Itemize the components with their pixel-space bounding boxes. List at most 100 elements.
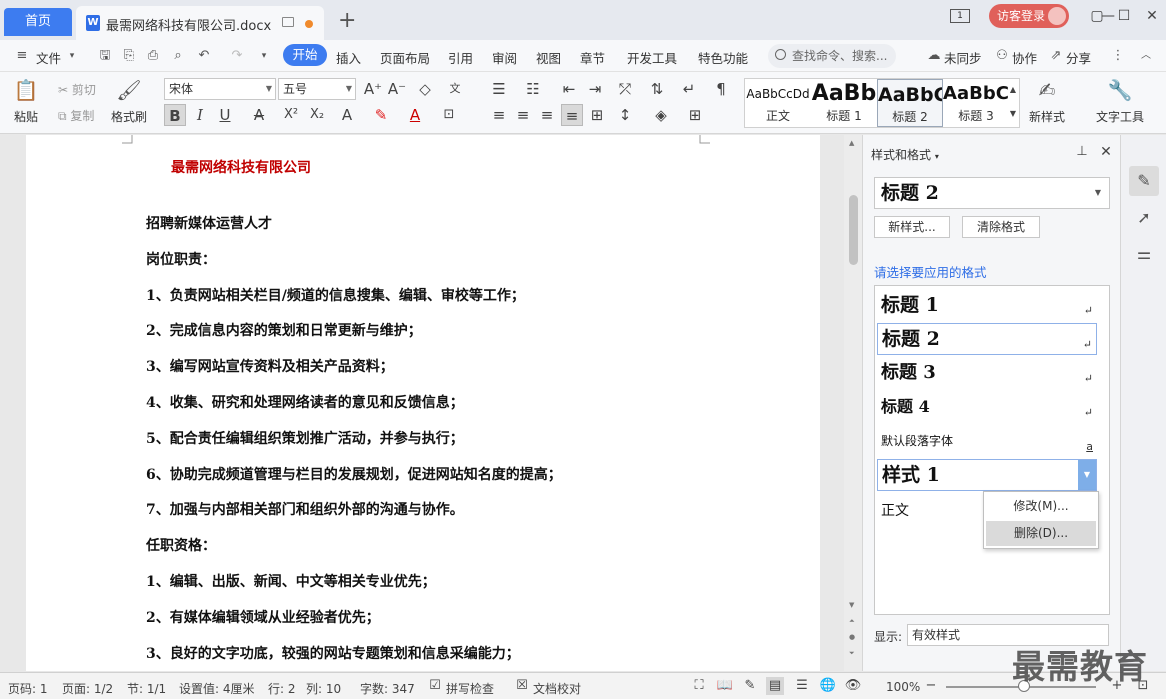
read-mode-icon[interactable]: 📖	[716, 677, 734, 695]
doc-paragraph[interactable]: 3、良好的文字功底，较强的网站专题策划和信息采编能力；	[146, 643, 520, 663]
font-size-select[interactable]: 五号 ▼	[278, 78, 356, 100]
doc-paragraph[interactable]: 4、收集、研究和处理网络读者的意见和反馈信息；	[146, 392, 464, 412]
status-word-count[interactable]: 字数: 347	[360, 680, 415, 697]
copy-button[interactable]: ⧉ 复制	[58, 107, 94, 124]
increase-indent-icon[interactable]: ⇥	[584, 78, 606, 100]
menu-references[interactable]: 引用	[448, 48, 473, 67]
close-icon[interactable]: ✕	[1144, 8, 1160, 24]
italic-button[interactable]: I	[189, 104, 211, 126]
doc-paragraph[interactable]: 6、协助完成频道管理与栏目的发展规划，促进网站知名度的提高；	[146, 464, 562, 484]
menu-page-layout[interactable]: 页面布局	[380, 48, 430, 67]
font-color-button[interactable]: A	[404, 104, 426, 126]
style-item-default-font[interactable]: 默认段落字体 a	[877, 426, 1097, 458]
style-item-heading-4[interactable]: 标题 4 ↵	[877, 392, 1097, 424]
highlight-icon[interactable]: ✎	[370, 104, 392, 126]
print-preview-icon[interactable]: ⌕	[170, 48, 186, 64]
format-painter-button[interactable]: 🖌 格式刷	[108, 76, 150, 125]
web-view-icon[interactable]: 🌐	[819, 677, 837, 695]
hamburger-icon[interactable]: ≡	[14, 48, 30, 64]
redo-icon[interactable]: ↷	[229, 48, 245, 64]
numbered-list-icon[interactable]: ☷	[522, 78, 544, 100]
eye-protect-icon[interactable]: 👁	[844, 677, 862, 695]
menu-review[interactable]: 审阅	[492, 48, 517, 67]
align-right-icon[interactable]: ≡	[536, 104, 558, 126]
panel-title[interactable]: 样式和格式 ▾	[871, 146, 939, 163]
menu-item-modify[interactable]: 修改(M)...	[986, 494, 1096, 519]
style-item-heading-2[interactable]: 标题 2 ↵	[877, 323, 1097, 355]
chinese-layout-icon[interactable]: ⤱	[614, 78, 636, 100]
clear-format-button[interactable]: 清除格式	[962, 216, 1040, 238]
zoom-out-icon[interactable]: −	[922, 677, 940, 695]
superscript-button[interactable]: X²	[280, 104, 302, 126]
paste-button[interactable]: 📋 粘贴	[8, 76, 44, 125]
underline-button[interactable]: U	[214, 104, 236, 126]
menu-file[interactable]: 文件	[36, 48, 61, 67]
status-setting[interactable]: 设置值: 4厘米	[179, 680, 255, 697]
doc-paragraph[interactable]: 2、完成信息内容的策划和日常更新与维护；	[146, 320, 422, 340]
menu-item-delete[interactable]: 删除(D)...	[986, 521, 1096, 546]
sync-status[interactable]: 未同步	[944, 48, 982, 67]
grow-font-icon[interactable]: A⁺	[362, 78, 384, 100]
menu-insert[interactable]: 插入	[336, 48, 361, 67]
style-item-heading-1[interactable]: 标题 1 ↵	[877, 290, 1097, 322]
sort-icon[interactable]: ⇅	[646, 78, 668, 100]
doc-paragraph[interactable]: 2、有媒体编辑领域从业经验者优先；	[146, 607, 380, 627]
menu-features[interactable]: 特色功能	[698, 48, 748, 67]
justify-icon[interactable]: ≡	[561, 104, 583, 126]
distribute-icon[interactable]: ⊞	[586, 104, 608, 126]
text-tools-button[interactable]: 🔧 文字工具	[1092, 76, 1148, 125]
subscript-button[interactable]: X₂	[306, 104, 328, 126]
minimize-icon[interactable]: —	[1100, 8, 1116, 24]
document-page[interactable]: 最需网络科技有限公司 招聘新媒体运营人才 岗位职责： 1、负责网站相关栏目/频道…	[26, 135, 820, 671]
doc-paragraph[interactable]: 7、加强与内部相关部门和组织外部的沟通与协作。	[146, 499, 464, 519]
doc-paragraph[interactable]: 1、编辑、出版、新闻、中文等相关专业优先；	[146, 571, 436, 591]
doc-paragraph[interactable]: 5、配合责任编辑组织策划推广活动，并参与执行；	[146, 428, 464, 448]
select-cursor-icon[interactable]: ➚	[1129, 203, 1159, 233]
outline-view-icon[interactable]: ☰	[793, 677, 811, 695]
new-tab-button[interactable]: +	[338, 8, 356, 34]
paragraph-mark-icon[interactable]: ↵	[678, 78, 700, 100]
style-dropdown-icon[interactable]: ▼	[1078, 460, 1096, 490]
print-icon[interactable]: ⎙	[145, 48, 161, 64]
doc-paragraph[interactable]: 招聘新媒体运营人才	[146, 213, 272, 233]
new-style-panel-button[interactable]: 新样式...	[874, 216, 950, 238]
shrink-font-icon[interactable]: A⁻	[386, 78, 408, 100]
doc-paragraph[interactable]: 任职资格：	[146, 535, 216, 555]
gallery-style-normal[interactable]: AaBbCcDd 正文	[745, 79, 811, 127]
guest-login-button[interactable]: 访客登录	[989, 4, 1069, 28]
share-button[interactable]: 分享	[1066, 48, 1091, 67]
status-row[interactable]: 行: 2	[268, 680, 296, 697]
status-page-number[interactable]: 页码: 1	[8, 680, 48, 697]
bold-button[interactable]: B	[164, 104, 186, 126]
page-view-icon[interactable]: ▤	[766, 677, 784, 695]
clear-format-icon[interactable]: ◇	[414, 78, 436, 100]
menu-developer[interactable]: 开发工具	[627, 48, 677, 67]
decrease-indent-icon[interactable]: ⇤	[558, 78, 580, 100]
show-hide-icon[interactable]: ¶	[710, 78, 732, 100]
fullscreen-icon[interactable]: ⛶	[690, 677, 708, 695]
more-icon[interactable]: ⋮	[1110, 48, 1126, 64]
command-search-input[interactable]: 查找命令、搜索...	[768, 44, 896, 68]
cut-button[interactable]: ✂ 剪切	[58, 81, 96, 98]
gallery-style-heading-2[interactable]: AaBbC 标题 2	[877, 79, 943, 127]
new-style-button[interactable]: ✍ 新样式	[1024, 76, 1070, 125]
save-icon[interactable]: 🖫	[97, 48, 113, 64]
write-mode-icon[interactable]: ✎	[741, 677, 759, 695]
gallery-scroll-up-icon[interactable]: ▲	[1007, 79, 1019, 101]
borders-icon[interactable]: ⊞	[684, 104, 706, 126]
scroll-up-icon[interactable]: ▲	[849, 139, 854, 147]
company-name[interactable]: 最需网络科技有限公司	[171, 157, 311, 177]
align-left-icon[interactable]: ≡	[488, 104, 510, 126]
undo-icon[interactable]: ↶	[196, 48, 212, 64]
gallery-style-heading-1[interactable]: AaBb 标题 1	[811, 79, 877, 127]
scroll-down-icon[interactable]: ▼	[849, 601, 854, 609]
tab-document[interactable]: W 最需网络科技有限公司.docx	[76, 6, 324, 40]
maximize-icon[interactable]: ☐	[1116, 8, 1132, 24]
prev-page-icon[interactable]: ⏶	[849, 617, 855, 626]
spell-check-button[interactable]: 拼写检查	[446, 680, 494, 697]
gallery-style-heading-3[interactable]: AaBbC 标题 3	[943, 79, 1009, 127]
export-icon[interactable]: ⎘	[121, 48, 137, 64]
quick-access-dropdown-icon[interactable]: ▾	[256, 48, 272, 64]
zoom-level[interactable]: 100%	[886, 680, 920, 694]
next-page-icon[interactable]: ⏷	[849, 649, 855, 658]
